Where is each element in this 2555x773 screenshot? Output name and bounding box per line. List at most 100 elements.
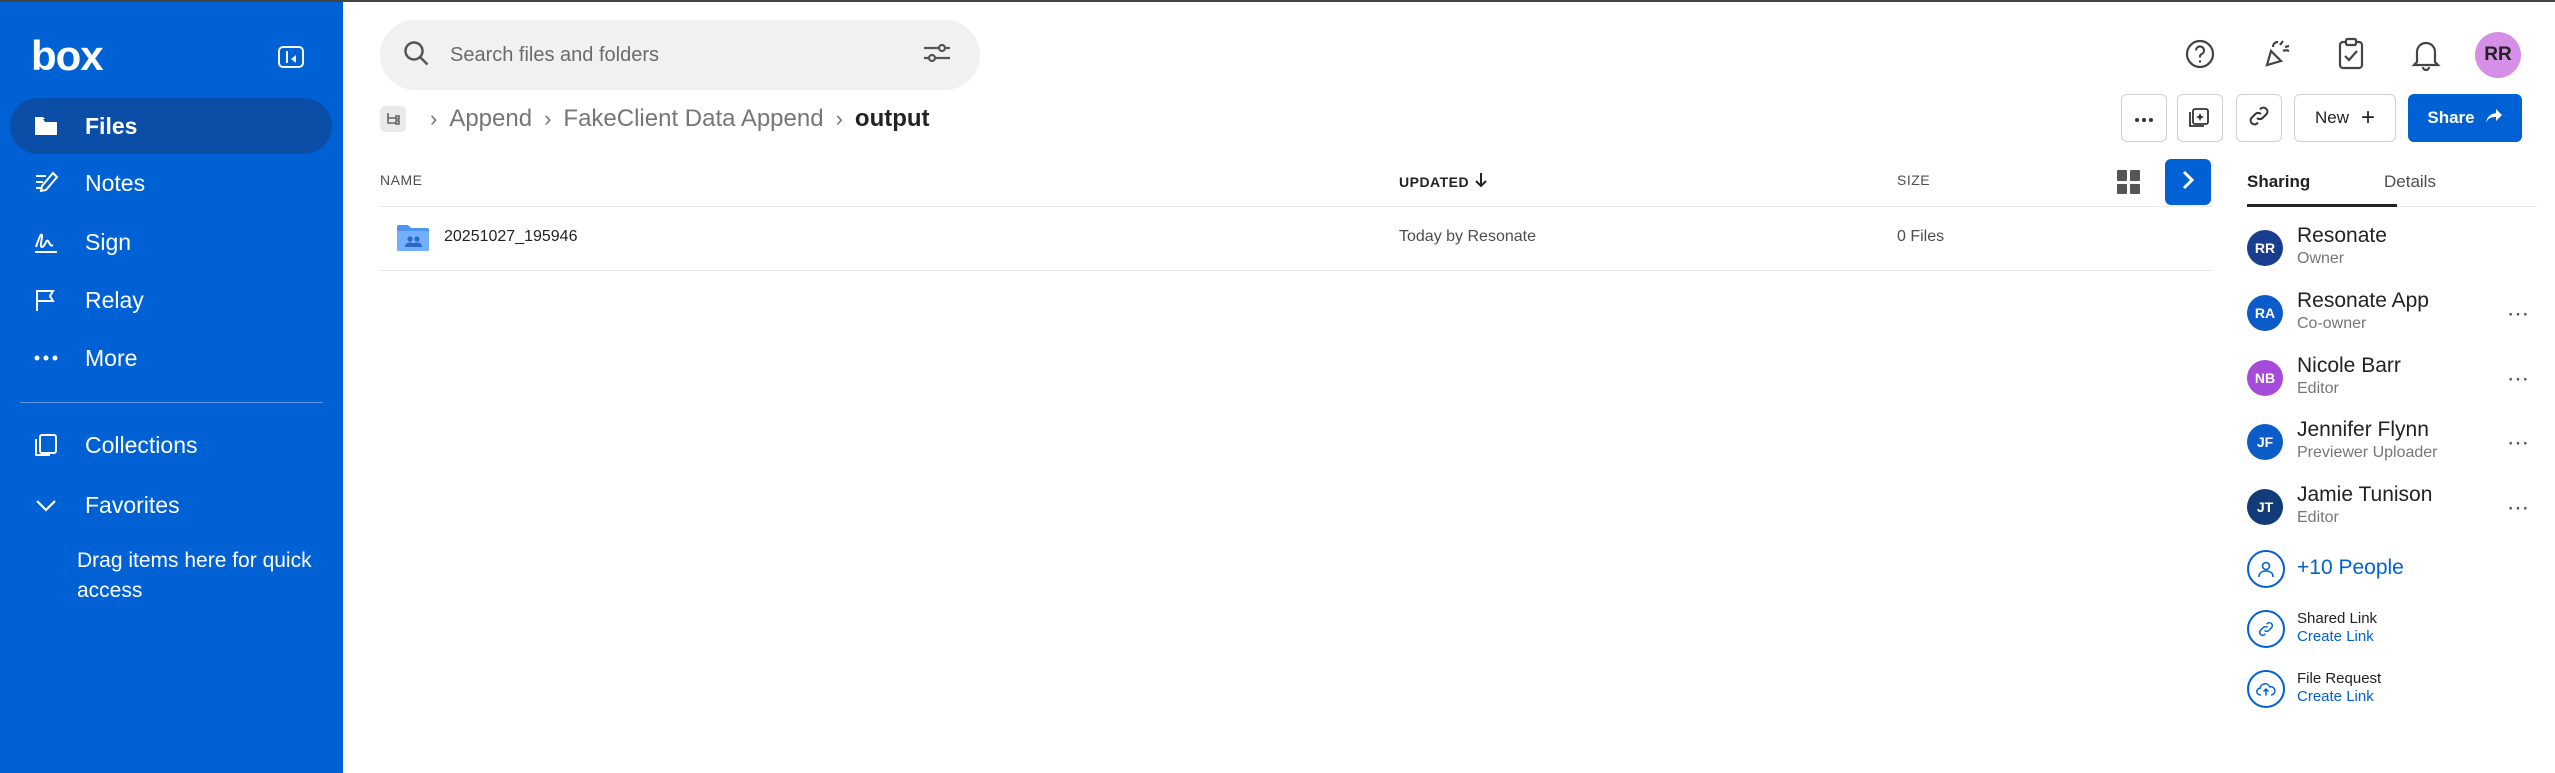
more-people-link[interactable]: +10 People <box>2247 550 2547 590</box>
relay-icon <box>32 286 60 314</box>
sidebar-item-label: Relay <box>85 286 144 313</box>
chevron-right-icon <box>2181 170 2195 195</box>
collaborator-name: Jamie Tunison <box>2297 483 2433 506</box>
shared-folder-icon <box>396 224 430 252</box>
tab-sharing[interactable]: Sharing <box>2247 172 2310 192</box>
collaborator-row[interactable]: RR Resonate Owner <box>2247 222 2547 272</box>
avatar: JT <box>2247 489 2283 525</box>
folder-icon <box>32 112 60 140</box>
collections-icon <box>32 431 60 459</box>
sidebar: box Files Notes Sign Relay More Collecti… <box>0 2 343 773</box>
more-dots-icon <box>32 344 60 372</box>
table-row[interactable]: 20251027_195946 Today by Resonate 0 File… <box>380 210 2212 270</box>
sidebar-item-more[interactable]: More <box>10 330 332 386</box>
avatar: NB <box>2247 360 2283 396</box>
breadcrumb-item[interactable]: FakeClient Data Append <box>563 105 823 133</box>
avatar: RR <box>2247 230 2283 266</box>
chevron-down-icon <box>32 491 60 519</box>
notifications-bell-icon[interactable] <box>2408 36 2444 72</box>
collaborator-role: Previewer Uploader <box>2297 444 2438 461</box>
grid-view-icon[interactable] <box>2117 170 2141 194</box>
sidebar-divider <box>20 402 323 403</box>
search-input[interactable]: Search files and folders <box>380 20 980 90</box>
help-icon[interactable] <box>2182 36 2218 72</box>
collaborator-row[interactable]: JF Jennifer Flynn Previewer Uploader ⋯ <box>2247 416 2547 466</box>
search-filter-icon[interactable] <box>922 41 952 70</box>
collaborator-name: Resonate App <box>2297 289 2429 312</box>
collaborator-role: Editor <box>2297 380 2339 397</box>
sidebar-item-label: Files <box>85 112 138 139</box>
more-dots-icon[interactable]: ⋯ <box>2507 366 2530 392</box>
person-icon <box>2247 550 2285 588</box>
collaborator-role: Editor <box>2297 509 2339 526</box>
file-name[interactable]: 20251027_195946 <box>444 228 577 246</box>
sidebar-item-collections[interactable]: Collections <box>10 417 332 473</box>
collapse-sidebar-icon[interactable] <box>278 46 304 68</box>
more-dots-icon[interactable]: ⋯ <box>2507 495 2530 521</box>
breadcrumb-current: output <box>854 105 930 132</box>
upload-cloud-icon <box>2247 670 2285 708</box>
toggle-sidebar-panel-button[interactable] <box>2165 159 2211 205</box>
favorites-hint: Drag items here for quick access <box>77 549 312 602</box>
shared-link-section: Shared Link Create Link <box>2247 610 2547 650</box>
collaborator-role: Owner <box>2297 250 2345 267</box>
whats-new-icon[interactable] <box>2258 36 2294 72</box>
folder-tree-icon[interactable] <box>380 106 406 132</box>
sidebar-item-files[interactable]: Files <box>10 98 332 154</box>
collaborator-row[interactable]: JT Jamie Tunison Editor ⋯ <box>2247 481 2547 531</box>
sidebar-item-label: More <box>85 344 138 371</box>
breadcrumb-item[interactable]: Append <box>449 105 532 133</box>
sidebar-item-label: Collections <box>85 431 198 458</box>
box-logo[interactable]: box <box>31 32 104 80</box>
tab-details[interactable]: Details <box>2384 172 2436 192</box>
plus-icon: + <box>2361 104 2376 131</box>
search-icon <box>402 39 430 72</box>
new-button-label: New <box>2314 108 2349 127</box>
more-dots-icon <box>2134 108 2154 128</box>
column-header-updated[interactable]: UPDATED <box>1399 172 1487 191</box>
sidebar-item-sign[interactable]: Sign <box>10 214 332 270</box>
create-shared-link[interactable]: Create Link <box>2297 628 2374 645</box>
collaborator-name: Resonate <box>2297 224 2387 247</box>
create-file-request-link[interactable]: Create Link <box>2297 688 2374 705</box>
sidebar-item-label: Notes <box>85 169 146 196</box>
sidebar-item-relay[interactable]: Relay <box>10 272 332 328</box>
more-dots-icon[interactable]: ⋯ <box>2507 301 2530 327</box>
collaborator-name: Nicole Barr <box>2297 354 2401 377</box>
collaborator-row[interactable]: RA Resonate App Co-owner ⋯ <box>2247 287 2547 337</box>
chevron-right-icon: › <box>544 106 552 131</box>
active-tab-indicator <box>2247 204 2397 207</box>
link-icon <box>2247 104 2271 133</box>
file-size: 0 Files <box>1897 228 1945 245</box>
shared-link-title: Shared Link <box>2297 610 2378 627</box>
user-avatar[interactable]: RR <box>2475 32 2521 78</box>
tasks-icon[interactable] <box>2333 36 2369 72</box>
column-header-size[interactable]: SIZE <box>1897 172 1930 188</box>
box-ai-icon <box>2188 104 2212 133</box>
copy-link-button[interactable] <box>2236 94 2282 142</box>
sidebar-item-favorites[interactable]: Favorites <box>10 477 332 533</box>
file-request-title: File Request <box>2297 670 2382 687</box>
sidebar-item-label: Sign <box>85 228 132 255</box>
chevron-right-icon: › <box>835 106 843 131</box>
link-icon <box>2247 610 2285 648</box>
share-button[interactable]: Share <box>2408 94 2522 142</box>
header-divider <box>380 206 2212 207</box>
sign-icon <box>32 228 60 256</box>
share-button-label: Share <box>2427 108 2475 127</box>
more-dots-icon[interactable]: ⋯ <box>2507 430 2530 456</box>
sharing-panel: Sharing Details RR Resonate Owner RA Res… <box>2235 152 2555 773</box>
sidebar-item-notes[interactable]: Notes <box>10 155 332 211</box>
sort-descending-icon <box>1475 172 1487 191</box>
box-ai-button[interactable] <box>2177 94 2223 142</box>
file-updated: Today by Resonate <box>1399 228 1536 245</box>
breadcrumb: › Append › FakeClient Data Append › outp… <box>380 102 930 136</box>
collaborator-row[interactable]: NB Nicole Barr Editor ⋯ <box>2247 352 2547 402</box>
column-header-label: UPDATED <box>1399 173 1470 190</box>
collaborator-role: Co-owner <box>2297 315 2367 332</box>
notes-icon <box>32 169 60 197</box>
new-button[interactable]: New + <box>2294 94 2396 142</box>
column-header-name[interactable]: NAME <box>380 172 422 188</box>
more-options-button[interactable] <box>2121 94 2167 142</box>
more-people-label: +10 People <box>2297 556 2404 579</box>
